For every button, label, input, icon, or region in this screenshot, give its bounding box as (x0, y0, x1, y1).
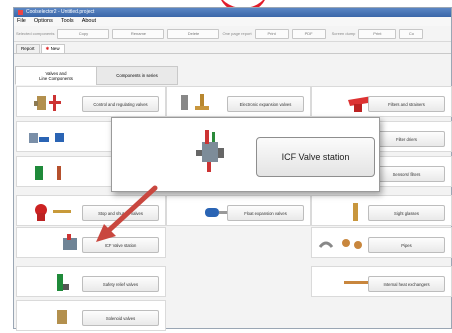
copy-button[interactable]: Copy (57, 28, 110, 39)
cell-icf-valve-station[interactable]: ICF Valve station (16, 227, 166, 258)
internal-heat-exchangers-button[interactable]: Internal heat exchangers (368, 276, 445, 292)
document-tabs: Report ✱ New (14, 42, 451, 54)
tab-new-label: New (50, 46, 60, 51)
control-valve-icon (31, 92, 76, 119)
cell-solenoid[interactable]: Solenoid valves (16, 300, 166, 331)
icf-valve-station-popup-button[interactable]: ICF Valve station (256, 137, 375, 177)
window-title: Coolselector2 - Untitled.project (26, 9, 95, 15)
control-regulating-button[interactable]: Control and regulating valves (82, 96, 159, 112)
sight-glasses-button[interactable]: Sight glasses (368, 205, 445, 221)
tab-new[interactable]: ✱ New (40, 44, 65, 53)
tab-valves-line-components[interactable]: Valves and Line Components (15, 66, 97, 85)
menu-about[interactable]: About (82, 17, 96, 26)
menu-options[interactable]: Options (34, 17, 53, 26)
solenoid-valve-icon (25, 127, 70, 154)
safety-relief-valve-icon (51, 272, 76, 299)
icf-valve-station-button[interactable]: ICF Valve station (82, 237, 159, 253)
filters-strainers-button[interactable]: Filters and strainers (368, 96, 445, 112)
screen-print-button[interactable]: Print (358, 28, 397, 39)
hover-preview-popup: ICF Valve station (111, 117, 380, 192)
icf-valve-station-icon (192, 128, 232, 183)
selected-components-label: Selected components (16, 31, 55, 36)
float-expansion-button[interactable]: Float expansion valves (227, 205, 304, 221)
one-page-report-label: One page report (222, 31, 252, 36)
toolbar: Selected components Copy Rename Delete O… (14, 26, 451, 42)
cell-pipes[interactable]: Pipes (311, 227, 452, 258)
title-bar: Coolselector2 - Untitled.project (14, 8, 451, 17)
tab-report[interactable]: Report (16, 44, 40, 53)
delete-button[interactable]: Delete (167, 28, 220, 39)
screen-copy-button[interactable]: Co (399, 28, 424, 39)
menu-bar: File Options Tools About (14, 17, 451, 26)
stop-valve-icon (31, 201, 81, 228)
cell-internal-heat-exchangers[interactable]: Internal heat exchangers (311, 266, 452, 297)
star-icon: ✱ (45, 46, 50, 51)
safety-relief-button[interactable]: Safety relief valves (82, 276, 159, 292)
tab-components-in-series[interactable]: Components in series (96, 66, 178, 85)
cell-stop-shutoff[interactable]: Stop and shut-off valves (16, 195, 166, 226)
menu-file[interactable]: File (17, 17, 26, 26)
menu-tools[interactable]: Tools (61, 17, 74, 26)
screen-dump-label: Screen dump (331, 31, 356, 36)
stop-shutoff-button[interactable]: Stop and shut-off valves (82, 205, 159, 221)
cell-float-expansion[interactable]: Float expansion valves (166, 195, 311, 226)
solenoid-button[interactable]: Solenoid valves (82, 310, 159, 326)
check-valve-icon (29, 162, 74, 189)
rename-button[interactable]: Rename (112, 28, 165, 39)
sight-glass-icon (346, 201, 366, 228)
cell-sight-glasses[interactable]: Sight glasses (311, 195, 452, 226)
electronic-expansion-button[interactable]: Electronic expansion valves (227, 96, 304, 112)
cell-control-regulating[interactable]: Control and regulating valves (16, 86, 166, 117)
app-icon (18, 10, 23, 15)
category-tabs: Valves and Line Components Components in… (15, 66, 178, 85)
pipes-button[interactable]: Pipes (368, 237, 445, 253)
pipe-fittings-icon (316, 233, 376, 260)
cell-filters-strainers[interactable]: Filters and strainers (311, 86, 452, 117)
electronic-expansion-valve-icon (175, 92, 220, 119)
cell-electronic-expansion[interactable]: Electronic expansion valves (166, 86, 311, 117)
report-print-button[interactable]: Print (254, 28, 289, 39)
cell-safety-relief[interactable]: Safety relief valves (16, 266, 166, 297)
pdf-button[interactable]: PDF (291, 28, 326, 39)
icf-valve-icon (59, 233, 84, 260)
